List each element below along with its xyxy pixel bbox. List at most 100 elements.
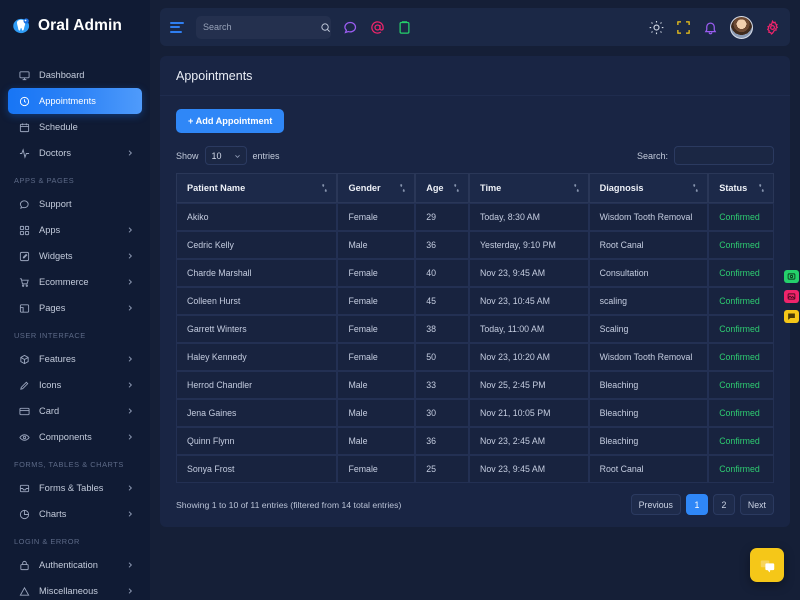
sidebar-item-forms-tables[interactable]: Forms & Tables <box>8 475 142 501</box>
pagination-page-2[interactable]: 2 <box>712 494 735 515</box>
sidebar: Oral Admin Dashboard Appointments Schedu… <box>0 0 150 600</box>
cell-time: Nov 23, 2:45 AM <box>469 427 589 455</box>
sidebar-item-support[interactable]: Support <box>8 191 142 217</box>
chat-yellow-icon[interactable] <box>784 310 799 323</box>
brand-name: Oral Admin <box>38 17 122 34</box>
sidebar-item-label: Forms & Tables <box>39 483 104 493</box>
chevron-right-icon <box>126 484 134 492</box>
table-row[interactable]: Colleen Hurst Female 45 Nov 23, 10:45 AM… <box>176 287 774 315</box>
sidebar-item-label: Ecommerce <box>39 277 89 287</box>
column-header-status[interactable]: Status <box>708 173 774 203</box>
bell-icon[interactable] <box>703 20 718 35</box>
cell-patient-name: Colleen Hurst <box>176 287 338 315</box>
chat-icon[interactable] <box>343 20 358 35</box>
sidebar-item-charts[interactable]: Charts <box>8 501 142 527</box>
sidebar-item-miscellaneous[interactable]: Miscellaneous <box>8 578 142 600</box>
pagination-previous[interactable]: Previous <box>630 494 681 515</box>
sidebar-item-label: Appointments <box>39 96 96 106</box>
table-search-label: Search: <box>636 150 668 161</box>
table-footer: Showing 1 to 10 of 11 entries (filtered … <box>176 494 774 515</box>
pagination: Previous 1 2 Next <box>630 494 774 515</box>
message-circle-icon <box>18 198 31 211</box>
table-row[interactable]: Charde Marshall Female 40 Nov 23, 9:45 A… <box>176 259 774 287</box>
cell-time: Today, 11:00 AM <box>469 315 589 343</box>
column-header-gender[interactable]: Gender <box>337 173 416 203</box>
sidebar-item-doctors[interactable]: Doctors <box>8 140 142 166</box>
column-header-age[interactable]: Age <box>415 173 469 203</box>
image-pink-icon[interactable] <box>784 290 799 303</box>
search-input[interactable] <box>203 22 320 32</box>
global-search[interactable] <box>196 15 331 39</box>
column-header-patient-name[interactable]: Patient Name <box>176 173 338 203</box>
avatar[interactable] <box>730 15 753 39</box>
column-header-time[interactable]: Time <box>469 173 589 203</box>
page-title: Appointments <box>176 69 253 83</box>
table-row[interactable]: Cedric Kelly Male 36 Yesterday, 9:10 PM … <box>176 231 774 259</box>
table-row[interactable]: Haley Kennedy Female 50 Nov 23, 10:20 AM… <box>176 343 774 371</box>
entries-label: entries <box>252 150 280 161</box>
sidebar-item-label: Support <box>39 199 72 209</box>
sidebar-item-apps[interactable]: Apps <box>8 217 142 243</box>
add-appointment-button[interactable]: + Add Appointment <box>176 109 285 133</box>
layout-icon <box>18 302 31 315</box>
cell-gender: Male <box>337 231 416 259</box>
monitor-icon <box>18 69 31 82</box>
sidebar-item-label: Features <box>39 354 76 364</box>
search-icon[interactable] <box>320 22 331 33</box>
image-green-icon[interactable] <box>784 270 799 283</box>
sidebar-item-card[interactable]: Card <box>8 398 142 424</box>
chevron-right-icon <box>126 278 134 286</box>
status-badge: Confirmed <box>708 315 774 343</box>
chevron-right-icon <box>126 433 134 441</box>
hamburger-icon[interactable] <box>170 20 186 34</box>
table-row[interactable]: Sonya Frost Female 25 Nov 23, 9:45 AM Ro… <box>176 455 774 483</box>
cell-gender: Female <box>337 259 416 287</box>
cell-patient-name: Haley Kennedy <box>176 343 338 371</box>
sidebar-item-widgets[interactable]: Widgets <box>8 243 142 269</box>
chat-fab[interactable] <box>750 548 784 582</box>
sidebar-item-appointments[interactable]: Appointments <box>8 88 142 114</box>
status-badge: Confirmed <box>708 287 774 315</box>
column-label: Status <box>719 183 748 193</box>
cell-time: Nov 25, 2:45 PM <box>469 371 589 399</box>
table-row[interactable]: Akiko Female 29 Today, 8:30 AM Wisdom To… <box>176 203 774 231</box>
column-header-diagnosis[interactable]: Diagnosis <box>588 173 709 203</box>
sun-icon[interactable] <box>649 20 664 35</box>
pagination-next[interactable]: Next <box>739 494 774 515</box>
table-header-row: Patient Name Gender Age Time Diagnosis S… <box>176 173 774 203</box>
page-size-select[interactable]: 10 <box>204 146 247 165</box>
sidebar-item-components[interactable]: Components <box>8 424 142 450</box>
table-body: Akiko Female 29 Today, 8:30 AM Wisdom To… <box>176 203 774 483</box>
clipboard-icon[interactable] <box>397 20 412 35</box>
gear-icon[interactable] <box>765 19 780 35</box>
chevron-right-icon <box>126 304 134 312</box>
sidebar-item-authentication[interactable]: Authentication <box>8 552 142 578</box>
table-row[interactable]: Garrett Winters Female 38 Today, 11:00 A… <box>176 315 774 343</box>
sidebar-section-apps-pages: APPS & PAGES <box>14 176 75 185</box>
brand[interactable]: Oral Admin <box>0 0 150 52</box>
column-label: Gender <box>348 183 381 193</box>
page-size-value: 10 <box>211 150 222 161</box>
sidebar-item-features[interactable]: Features <box>8 346 142 372</box>
fullscreen-icon[interactable] <box>676 20 691 35</box>
column-label: Patient Name <box>187 183 246 193</box>
sidebar-item-label: Widgets <box>39 251 73 261</box>
sidebar-item-ecommerce[interactable]: Ecommerce <box>8 269 142 295</box>
at-mention-icon[interactable] <box>370 20 385 35</box>
cell-diagnosis: Consultation <box>588 259 709 287</box>
table-row[interactable]: Herrod Chandler Male 33 Nov 25, 2:45 PM … <box>176 371 774 399</box>
cell-gender: Female <box>337 343 416 371</box>
edge-widgets <box>784 270 799 323</box>
cell-age: 36 <box>415 427 469 455</box>
table-row[interactable]: Jena Gaines Male 30 Nov 21, 10:05 PM Ble… <box>176 399 774 427</box>
chevron-right-icon <box>126 355 134 363</box>
chevron-right-icon <box>126 226 134 234</box>
sidebar-item-schedule[interactable]: Schedule <box>8 114 142 140</box>
sidebar-item-dashboard[interactable]: Dashboard <box>8 62 142 88</box>
pagination-page-1[interactable]: 1 <box>685 494 708 515</box>
pen-icon <box>18 379 31 392</box>
sidebar-item-pages[interactable]: Pages <box>8 295 142 321</box>
table-search-input[interactable] <box>674 146 774 165</box>
sidebar-item-icons[interactable]: Icons <box>8 372 142 398</box>
table-row[interactable]: Quinn Flynn Male 36 Nov 23, 2:45 AM Blea… <box>176 427 774 455</box>
